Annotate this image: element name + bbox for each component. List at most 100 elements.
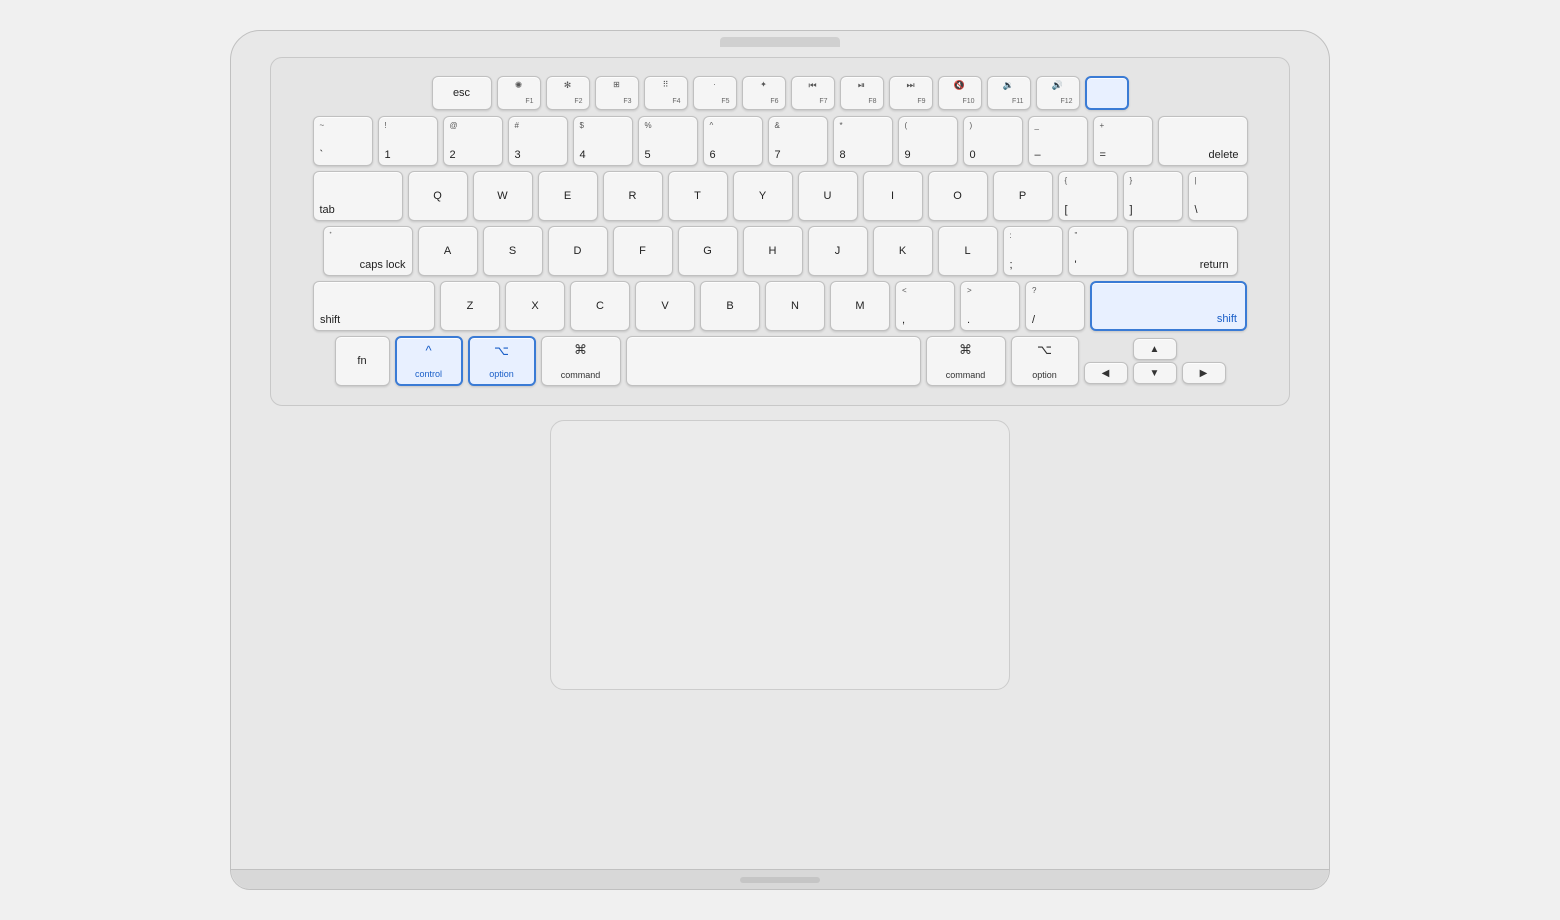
arrow-up-key[interactable]: ▲ — [1133, 338, 1177, 360]
e-key[interactable]: E — [538, 171, 598, 221]
esc-key[interactable]: esc — [432, 76, 492, 110]
w-key[interactable]: W — [473, 171, 533, 221]
9-key[interactable]: ( 9 — [898, 116, 958, 166]
1-key[interactable]: ! 1 — [378, 116, 438, 166]
f1-key[interactable]: ✺ F1 — [497, 76, 541, 110]
d-key[interactable]: D — [548, 226, 608, 276]
asdf-row: • caps lock A S D F G H J K L : ; " ' re… — [291, 226, 1269, 276]
f12-key[interactable]: 🔊 F12 — [1036, 76, 1080, 110]
command-right-label: command — [946, 370, 986, 380]
minus-symbol: – — [1035, 149, 1041, 161]
z-key[interactable]: Z — [440, 281, 500, 331]
caps-lock-key[interactable]: • caps lock — [323, 226, 413, 276]
8-key[interactable]: * 8 — [833, 116, 893, 166]
left-arrow-icon: ◀ — [1102, 368, 1110, 379]
tilde-symbol: ~ — [320, 121, 325, 130]
f-key[interactable]: F — [613, 226, 673, 276]
option-right-key[interactable]: ⌥ option — [1011, 336, 1079, 386]
arrow-left-key[interactable]: ◀ — [1084, 362, 1128, 384]
f2-key[interactable]: ✻ F2 — [546, 76, 590, 110]
command-left-key[interactable]: ⌘ command — [541, 336, 621, 386]
t-key[interactable]: T — [668, 171, 728, 221]
lt-key[interactable]: < , — [895, 281, 955, 331]
3-key[interactable]: # 3 — [508, 116, 568, 166]
b-key[interactable]: B — [700, 281, 760, 331]
s-key[interactable]: S — [483, 226, 543, 276]
equals-symbol: = — [1100, 149, 1106, 161]
equals-key[interactable]: + = — [1093, 116, 1153, 166]
control-icon: ^ — [425, 343, 431, 358]
return-key[interactable]: return — [1133, 226, 1238, 276]
return-label: return — [1200, 259, 1229, 271]
g-key[interactable]: G — [678, 226, 738, 276]
gt-key[interactable]: > . — [960, 281, 1020, 331]
space-key[interactable] — [626, 336, 921, 386]
minus-key[interactable]: _ – — [1028, 116, 1088, 166]
y-key[interactable]: Y — [733, 171, 793, 221]
v-key[interactable]: V — [635, 281, 695, 331]
shift-left-key[interactable]: shift — [313, 281, 435, 331]
5-key[interactable]: % 5 — [638, 116, 698, 166]
6-symbol: 6 — [710, 149, 716, 161]
p-key[interactable]: P — [993, 171, 1053, 221]
caps-lock-label: caps lock — [360, 259, 406, 271]
2-key[interactable]: @ 2 — [443, 116, 503, 166]
semicolon-key[interactable]: : ; — [1003, 226, 1063, 276]
f11-key[interactable]: 🔉 F11 — [987, 76, 1031, 110]
at-symbol: @ — [450, 121, 458, 130]
lbracket-key[interactable]: { [ — [1058, 171, 1118, 221]
c-key[interactable]: C — [570, 281, 630, 331]
f9-key[interactable]: ⏭ F9 — [889, 76, 933, 110]
arrow-right-key[interactable]: ▶ — [1182, 362, 1226, 384]
r-key[interactable]: R — [603, 171, 663, 221]
h-key[interactable]: H — [743, 226, 803, 276]
percent-symbol: % — [645, 121, 652, 130]
n-key[interactable]: N — [765, 281, 825, 331]
pipe-key[interactable]: | \ — [1188, 171, 1248, 221]
m-key[interactable]: M — [830, 281, 890, 331]
arrow-down-key[interactable]: ▼ — [1133, 362, 1177, 384]
f6-key[interactable]: ✦ F6 — [742, 76, 786, 110]
fn-row: esc ✺ F1 ✻ F2 ⊞ F3 ⠿ F4 · F5 — [291, 76, 1269, 110]
i-key[interactable]: I — [863, 171, 923, 221]
brightness-high-icon: ✻ — [564, 80, 572, 91]
k-key[interactable]: K — [873, 226, 933, 276]
l-key[interactable]: L — [938, 226, 998, 276]
q-key[interactable]: Q — [408, 171, 468, 221]
fast-forward-icon: ⏭ — [906, 80, 914, 91]
f4-key[interactable]: ⠿ F4 — [644, 76, 688, 110]
4-symbol: 4 — [580, 149, 586, 161]
7-key[interactable]: & 7 — [768, 116, 828, 166]
o-key[interactable]: O — [928, 171, 988, 221]
trackpad[interactable] — [550, 420, 1010, 690]
a-key[interactable]: A — [418, 226, 478, 276]
j-key[interactable]: J — [808, 226, 868, 276]
question-key[interactable]: ? / — [1025, 281, 1085, 331]
quote-key[interactable]: " ' — [1068, 226, 1128, 276]
arrow-up-container: ▲ — [1133, 338, 1177, 360]
command-right-key[interactable]: ⌘ command — [926, 336, 1006, 386]
tilde-key[interactable]: ~ ` — [313, 116, 373, 166]
f7-key[interactable]: ⏮ F7 — [791, 76, 835, 110]
f3-key[interactable]: ⊞ F3 — [595, 76, 639, 110]
option-right-icon: ⌥ — [1037, 342, 1052, 358]
rbracket-key[interactable]: } ] — [1123, 171, 1183, 221]
f5-key[interactable]: · F5 — [693, 76, 737, 110]
option-left-icon: ⌥ — [494, 343, 509, 359]
fn-key[interactable]: fn — [335, 336, 390, 386]
control-key[interactable]: ^ control — [395, 336, 463, 386]
0-key[interactable]: ) 0 — [963, 116, 1023, 166]
shift-right-key[interactable]: shift — [1090, 281, 1247, 331]
tab-key[interactable]: tab — [313, 171, 403, 221]
f8-key[interactable]: ⏯ F8 — [840, 76, 884, 110]
3-symbol: 3 — [515, 149, 521, 161]
x-key[interactable]: X — [505, 281, 565, 331]
option-left-key[interactable]: ⌥ option — [468, 336, 536, 386]
delete-key[interactable]: delete — [1158, 116, 1248, 166]
f10-key[interactable]: 🔇 F10 — [938, 76, 982, 110]
4-key[interactable]: $ 4 — [573, 116, 633, 166]
u-key[interactable]: U — [798, 171, 858, 221]
volume-down-icon: 🔉 — [1003, 80, 1014, 91]
power-key[interactable] — [1085, 76, 1129, 110]
6-key[interactable]: ^ 6 — [703, 116, 763, 166]
